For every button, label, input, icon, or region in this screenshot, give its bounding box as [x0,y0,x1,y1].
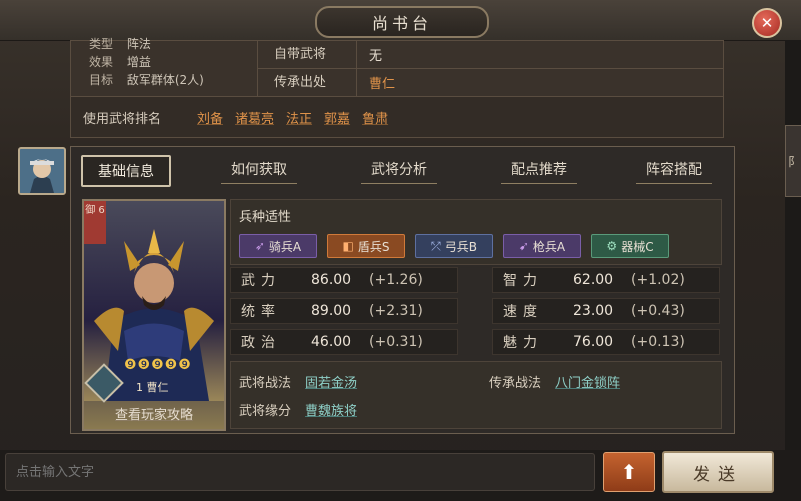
usage-general-link[interactable]: 郭嘉 [324,108,350,127]
attribute-stats: 武力 86.00 (+1.26) 智力 62.00 (+1.02) 统率 89.… [230,265,720,357]
stat-intelligence: 智力 62.00 (+1.02) [492,267,720,293]
stat-politics: 政治 46.00 (+0.31) [230,329,458,355]
faction-badge: 御 6 [84,201,106,244]
general-name: 1 曹仁 [136,381,169,394]
tab-basic-info[interactable]: 基础信息 [81,155,171,187]
usage-general-link[interactable]: 鲁肃 [362,108,388,127]
usage-general-link[interactable]: 法正 [286,108,312,127]
tab-general-analysis[interactable]: 武将分析 [361,155,437,184]
star-rating: ❾❾❾❾❾ [124,357,192,373]
right-side-tab[interactable]: 阝 [785,125,801,197]
stat-speed: 速度 23.00 (+0.43) [492,298,720,324]
troop-aptitude: 兵种适性 ➶ 骑兵A ◧ 盾兵S ⤱ 弓兵B ➹ 枪兵A ⚙ 器械C [230,199,722,265]
tab-bar: 基础信息 如何获取 武将分析 配点推荐 阵容搭配 [81,155,721,187]
stat-command: 统率 89.00 (+2.31) [230,298,458,324]
aptitude-shield: ◧ 盾兵S [327,234,405,258]
shield-icon: ◧ [342,239,354,253]
usage-general-link[interactable]: 刘备 [197,108,223,127]
window-title: 尚书台 [315,6,489,38]
tactic-link[interactable]: 固若金汤 [305,372,357,391]
aptitude-siege: ⚙ 器械C [591,234,669,258]
inherit-source-link[interactable]: 曹仁 [357,73,395,92]
skill-target-row: 目标 敌军群体(2人) [89,73,204,87]
expand-up-button[interactable]: ⬆ [603,452,655,492]
right-edge-panel [785,40,801,450]
gear-icon: ⚙ [606,239,618,253]
inherit-tactic-link[interactable]: 八门金锁阵 [555,372,620,391]
aptitude-archer: ⤱ 弓兵B [415,234,493,258]
send-button[interactable]: 发送 [662,451,774,493]
chat-input[interactable] [5,453,595,491]
general-fate-row: 武将缘分 曹魏族将 [239,400,357,419]
aptitude-cavalry: ➶ 骑兵A [239,234,317,258]
spear-icon: ➹ [518,239,529,253]
skill-info-block: 类型 阵法 效果 增益 目标 敌军群体(2人) 自带武将 无 传承出处 曹仁 [70,37,724,97]
fate-link[interactable]: 曹魏族将 [305,400,357,419]
bow-icon: ⤱ [431,238,441,253]
general-detail-panel: 基础信息 如何获取 武将分析 配点推荐 阵容搭配 御 6 ❾❾❾❾❾ 1 曹仁 … [70,146,735,434]
skill-source-table: 自带武将 无 传承出处 曹仁 [257,41,724,96]
tab-point-recommend[interactable]: 配点推荐 [501,155,577,184]
player-guide-link[interactable]: 查看玩家攻略 [84,404,224,423]
inherit-tactic-row: 传承战法 八门金锁阵 [489,372,620,391]
tab-how-to-get[interactable]: 如何获取 [221,155,297,184]
skill-effect-row: 效果 增益 [89,55,151,69]
general-avatar[interactable] [18,147,66,195]
skill-type-row: 类型 阵法 [89,37,151,51]
general-card: 御 6 ❾❾❾❾❾ 1 曹仁 查看玩家攻略 [82,199,226,431]
usage-general-link[interactable]: 诸葛亮 [235,108,274,127]
skill-attributes: 类型 阵法 效果 增益 目标 敌军群体(2人) [71,37,246,96]
cavalry-icon: ➶ [254,239,265,253]
tab-lineup[interactable]: 阵容搭配 [636,155,712,184]
close-button[interactable]: ✕ [752,8,782,38]
general-tactic-row: 武将战法 固若金汤 [239,372,357,391]
stat-force: 武力 86.00 (+1.26) [230,267,458,293]
aptitude-spear: ➹ 枪兵A [503,234,581,258]
aptitude-title: 兵种适性 [239,210,292,225]
inherit-source-row: 传承出处 曹仁 [258,68,724,96]
skill-info: 武将战法 固若金汤 传承战法 八门金锁阵 武将缘分 曹魏族将 [230,361,722,429]
stat-charm: 魅力 76.00 (+0.13) [492,329,720,355]
self-general-row: 自带武将 无 [258,41,724,68]
usage-ranking: 使用武将排名 刘备 诸葛亮 法正 郭嘉 鲁肃 [70,96,724,138]
